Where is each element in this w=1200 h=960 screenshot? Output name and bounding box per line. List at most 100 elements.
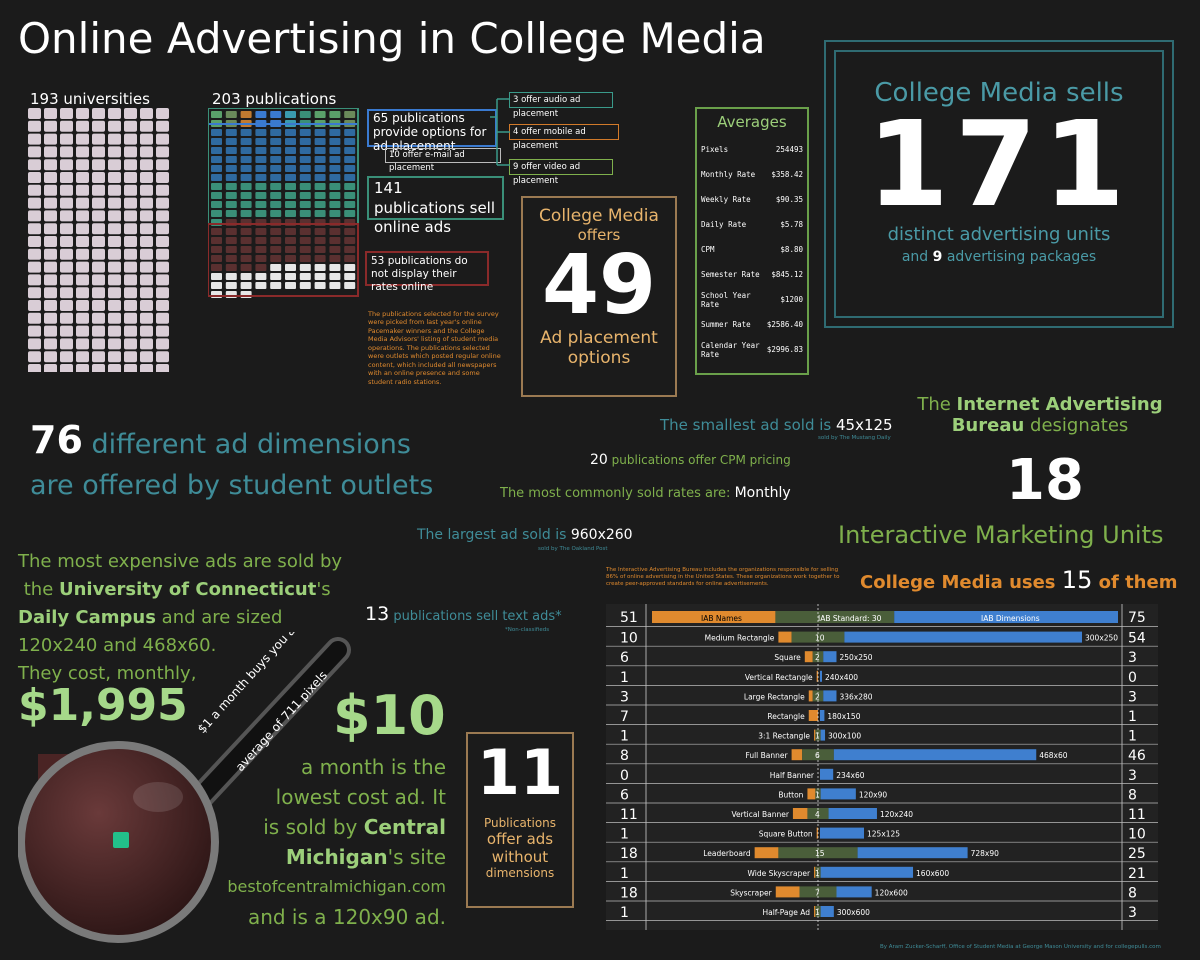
iab-line3: Interactive Marketing Units — [838, 521, 1164, 549]
university-cube — [76, 210, 89, 222]
largest-value: 960x260 — [570, 527, 633, 543]
publications-grid — [208, 108, 359, 298]
standard-label: 7 — [815, 888, 820, 897]
publication-cube — [314, 210, 326, 217]
standard-label: 6 — [815, 751, 820, 760]
average-key: School Year Rate — [701, 290, 751, 309]
publication-cube — [211, 138, 222, 145]
publication-cube — [314, 246, 326, 253]
standard-label: 1 — [815, 869, 820, 878]
university-cube — [60, 120, 73, 132]
publication-cube — [329, 237, 341, 244]
university-cube — [76, 248, 89, 260]
nodims-l3: without — [491, 848, 549, 866]
dims-line2: are offered by student outlets — [30, 470, 434, 501]
header-label-names: IAB Names — [701, 614, 742, 623]
video-box: 9 offer video ad placement — [509, 159, 613, 186]
offers-49-box: College Media offers 49 Ad placement opt… — [521, 196, 677, 397]
average-row: Weekly Rate $90.35 — [701, 187, 803, 212]
university-cube — [28, 146, 41, 158]
publication-cube — [299, 192, 311, 199]
publication-cube — [211, 192, 222, 199]
publication-cube — [240, 273, 252, 280]
bar-names — [808, 710, 818, 721]
university-cube — [60, 223, 73, 235]
dims-line1: 76 different ad dimensions — [30, 418, 411, 462]
sells-171-inner: College Media sells 171 distinct adverti… — [834, 50, 1164, 318]
university-cube — [108, 312, 121, 324]
university-cube — [140, 120, 153, 132]
university-cube — [92, 338, 105, 350]
dimension-label: 300x100 — [828, 732, 861, 741]
lowest-price: $10 — [333, 684, 446, 747]
dimensions-count: 1 — [1128, 709, 1137, 725]
credit-line: By Aram Zucker-Scharff, Office of Studen… — [880, 944, 1161, 950]
publication-cube — [344, 192, 356, 199]
university-cube — [60, 248, 73, 260]
names-count: 1 — [620, 670, 629, 686]
university-cube — [44, 120, 57, 132]
university-cube — [76, 172, 89, 183]
university-cube — [156, 300, 169, 311]
publication-cube — [255, 255, 267, 262]
university-cube — [92, 210, 105, 222]
standard-label: 1 — [815, 908, 820, 917]
publication-cube — [225, 165, 237, 172]
university-cube — [60, 351, 73, 363]
publication-cube — [270, 156, 282, 163]
university-cube — [124, 223, 137, 235]
publication-cube — [255, 192, 267, 199]
category-label: Vertical Rectangle — [745, 673, 813, 682]
average-key: CPM — [701, 245, 715, 254]
offers-number: 49 — [541, 238, 657, 333]
university-cube — [140, 159, 153, 171]
publication-cube — [211, 210, 222, 217]
publication-cube — [329, 246, 341, 253]
publication-cube — [285, 228, 296, 235]
university-cube — [44, 236, 57, 247]
category-label: 3:1 Rectangle — [758, 732, 810, 741]
cpm-number: 20 — [590, 452, 608, 468]
university-cube — [60, 159, 73, 171]
names-count: 8 — [620, 748, 629, 764]
exp-l3b: and are sized — [155, 607, 283, 628]
exp-l2b: University of Connecticut — [59, 579, 317, 600]
dimension-label: 300x250 — [1085, 634, 1118, 643]
university-cube — [140, 325, 153, 337]
publication-cube — [299, 156, 311, 163]
university-cube — [28, 133, 41, 145]
textads-line: 13 publications sell text ads* — [365, 603, 562, 625]
publication-cube — [314, 183, 326, 190]
publication-cube — [285, 255, 296, 262]
offers-line4: options — [567, 348, 631, 368]
category-label: Square Button — [759, 830, 813, 839]
dimensions-count: 3 — [1128, 905, 1137, 921]
publication-cube — [299, 282, 311, 289]
dimensions-count: 21 — [1128, 866, 1146, 882]
sells-number: 171 — [866, 95, 1132, 233]
university-cube — [156, 274, 169, 286]
university-cube — [44, 248, 57, 260]
low-l1: a month is the — [300, 755, 446, 779]
averages-box: Averages Pixels 254493 Monthly Rate $358.42… — [695, 107, 809, 375]
publication-cube — [314, 228, 326, 235]
publication-cube — [211, 156, 222, 163]
publication-cube — [329, 228, 341, 235]
university-cube — [28, 351, 41, 363]
smallest-label: The smallest ad sold is — [660, 416, 836, 434]
university-cube — [156, 236, 169, 247]
publication-cube — [344, 246, 356, 253]
publication-cube — [299, 183, 311, 190]
publication-cube — [225, 174, 237, 181]
publication-cube — [211, 273, 222, 280]
publication-cube — [299, 273, 311, 280]
publication-cube — [285, 237, 296, 244]
university-cube — [108, 274, 121, 286]
low-l2: lowest cost ad. It — [275, 785, 446, 809]
names-count: 0 — [620, 768, 629, 784]
iab-l4a: College Media uses — [860, 572, 1062, 593]
publication-cube — [240, 282, 252, 289]
average-row: Monthly Rate $358.42 — [701, 162, 803, 187]
publication-cube — [344, 165, 356, 172]
average-key: Monthly Rate — [701, 170, 756, 179]
